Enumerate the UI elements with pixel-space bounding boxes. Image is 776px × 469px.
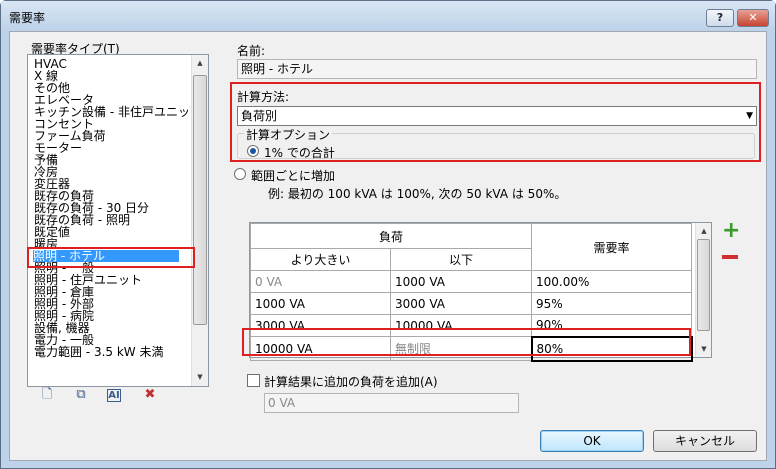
cell-from[interactable]: 0 VA xyxy=(250,270,391,293)
header-load: 負荷 xyxy=(250,223,532,249)
rename-icon[interactable]: AI xyxy=(107,389,121,402)
cancel-button[interactable]: キャンセル xyxy=(653,430,757,452)
header-upto: 以下 xyxy=(390,248,532,271)
minus-icon[interactable] xyxy=(722,255,738,259)
option-range-label: 範囲ごとに増加 xyxy=(251,169,336,183)
close-button[interactable]: ✕ xyxy=(737,9,769,27)
option-sum-label: 1% での合計 xyxy=(264,146,335,160)
cell-factor[interactable]: 95% xyxy=(531,292,692,315)
duplicate-icon[interactable]: ⧉ xyxy=(72,386,90,404)
cell-factor[interactable]: 100.00% xyxy=(531,270,692,293)
chevron-down-icon: ▼ xyxy=(746,111,753,121)
method-select[interactable]: 負荷別 ▼ xyxy=(237,106,757,126)
option-range-radio[interactable] xyxy=(234,168,246,180)
scroll-thumb[interactable] xyxy=(697,239,710,331)
table-row[interactable]: 0 VA 1000 VA 100.00% xyxy=(250,270,692,293)
additional-load-label: 計算結果に追加の負荷を追加(A) xyxy=(264,375,438,389)
dialog-window: 需要率 ? ✕ 需要率タイプ(T) HVAC X 線その他 エレベータ キッチン設備 … xyxy=(0,0,776,469)
list-item[interactable]: 電力範囲 - 3.5 kW 未満 xyxy=(34,346,164,358)
option-sum-radio[interactable] xyxy=(247,145,259,157)
ok-button[interactable]: OK xyxy=(540,430,644,452)
method-label: 計算方法: xyxy=(237,90,290,104)
header-factor: 需要率 xyxy=(531,223,692,271)
scroll-up-icon[interactable]: ▲ xyxy=(192,55,208,72)
dialog-body: 需要率タイプ(T) HVAC X 線その他 エレベータ キッチン設備 - 非住戸ユニッ… xyxy=(9,31,767,461)
name-label: 名前: xyxy=(237,44,266,58)
help-button[interactable]: ? xyxy=(706,9,734,27)
options-label: 計算オプション xyxy=(244,126,333,143)
plus-icon[interactable]: + xyxy=(722,220,740,242)
scroll-down-icon[interactable]: ▼ xyxy=(696,341,712,357)
header-greater: より大きい xyxy=(250,248,391,271)
row-highlight-box xyxy=(242,328,691,356)
type-list[interactable]: HVAC X 線その他 エレベータ キッチン設備 - 非住戸ユニット コンセント ファーム… xyxy=(27,54,209,387)
type-list-scrollbar[interactable]: ▲ ▼ xyxy=(191,55,208,386)
name-field[interactable]: 照明 - ホテル xyxy=(237,59,757,79)
additional-load-checkbox[interactable] xyxy=(247,374,260,387)
window-title: 需要率 xyxy=(9,11,46,25)
cell-from[interactable]: 1000 VA xyxy=(250,292,391,315)
new-icon[interactable]: 🗋 xyxy=(38,386,56,404)
method-select-value: 負荷別 xyxy=(241,109,278,123)
example-text: 例: 最初の 100 kVA は 100%, 次の 50 kVA は 50%。 xyxy=(268,187,567,201)
scroll-up-icon[interactable]: ▲ xyxy=(696,223,712,239)
table-scrollbar[interactable]: ▲ ▼ xyxy=(695,223,711,357)
scroll-down-icon[interactable]: ▼ xyxy=(192,369,208,386)
additional-load-field[interactable]: 0 VA xyxy=(264,393,519,413)
delete-icon[interactable]: ✖ xyxy=(141,386,159,404)
selected-highlight-box xyxy=(27,247,195,268)
table-row[interactable]: 1000 VA 3000 VA 95% xyxy=(250,292,692,315)
cell-to[interactable]: 1000 VA xyxy=(390,270,532,293)
title-bar: 需要率 ? ✕ xyxy=(1,1,775,31)
cell-to[interactable]: 3000 VA xyxy=(390,292,532,315)
scroll-thumb[interactable] xyxy=(193,75,207,325)
